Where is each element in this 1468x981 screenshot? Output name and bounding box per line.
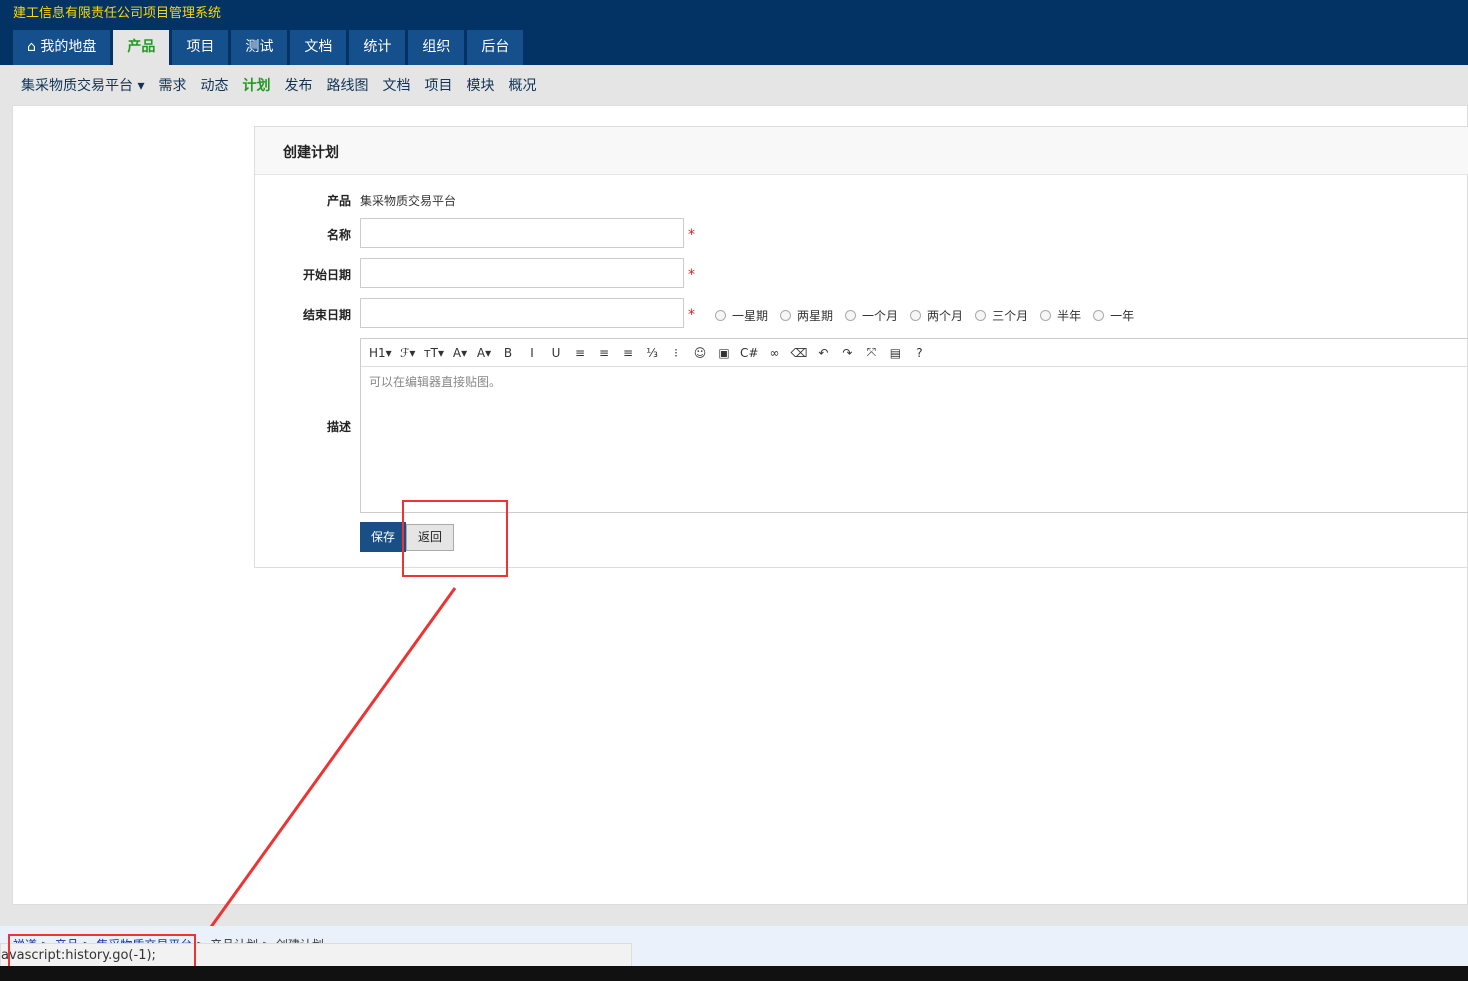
annotation-arrow [190, 587, 457, 955]
taskbar [0, 966, 1468, 981]
